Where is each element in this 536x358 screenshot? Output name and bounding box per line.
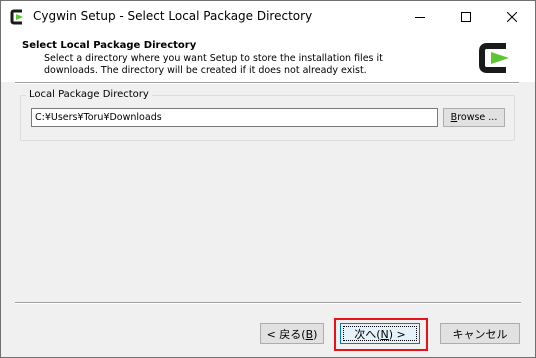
cygwin-logo-icon: [10, 9, 23, 25]
cancel-button[interactable]: キャンセル: [440, 323, 520, 344]
page-description: Select a directory where you want Setup …: [44, 53, 383, 77]
back-button[interactable]: < 戻る(B): [260, 323, 324, 344]
browse-button[interactable]: Browse ...: [443, 108, 505, 127]
page-description-line-1: Select a directory where you want Setup …: [44, 53, 383, 64]
local-package-directory-input[interactable]: [31, 108, 438, 127]
close-icon: [507, 11, 517, 22]
footer-divider: [15, 302, 521, 304]
minimize-button[interactable]: [397, 1, 443, 32]
close-button[interactable]: [489, 1, 535, 32]
window-title: Cygwin Setup - Select Local Package Dire…: [33, 9, 313, 23]
maximize-button[interactable]: [443, 1, 489, 32]
maximize-icon: [461, 11, 471, 22]
browse-button-label: Browse ...: [450, 112, 498, 123]
cancel-button-label: キャンセル: [452, 327, 508, 341]
back-button-label: < 戻る(B): [266, 327, 318, 341]
wizard-header: Select Local Package Directory Select a …: [1, 32, 535, 82]
next-button-focus-rect: 次へ(N) >: [343, 326, 417, 341]
next-button-label: 次へ(N) >: [354, 327, 406, 341]
local-package-group-label: Local Package Directory: [26, 89, 152, 100]
next-button[interactable]: 次へ(N) >: [340, 323, 420, 344]
page-title: Select Local Package Directory: [22, 40, 197, 51]
cygwin-logo-icon: [479, 43, 509, 73]
setup-window: Cygwin Setup - Select Local Package Dire…: [0, 0, 536, 358]
header-divider: [15, 82, 519, 84]
page-description-line-2: downloads. The directory will be created…: [44, 65, 367, 76]
minimize-icon: [415, 16, 425, 18]
title-bar[interactable]: Cygwin Setup - Select Local Package Dire…: [1, 1, 535, 32]
